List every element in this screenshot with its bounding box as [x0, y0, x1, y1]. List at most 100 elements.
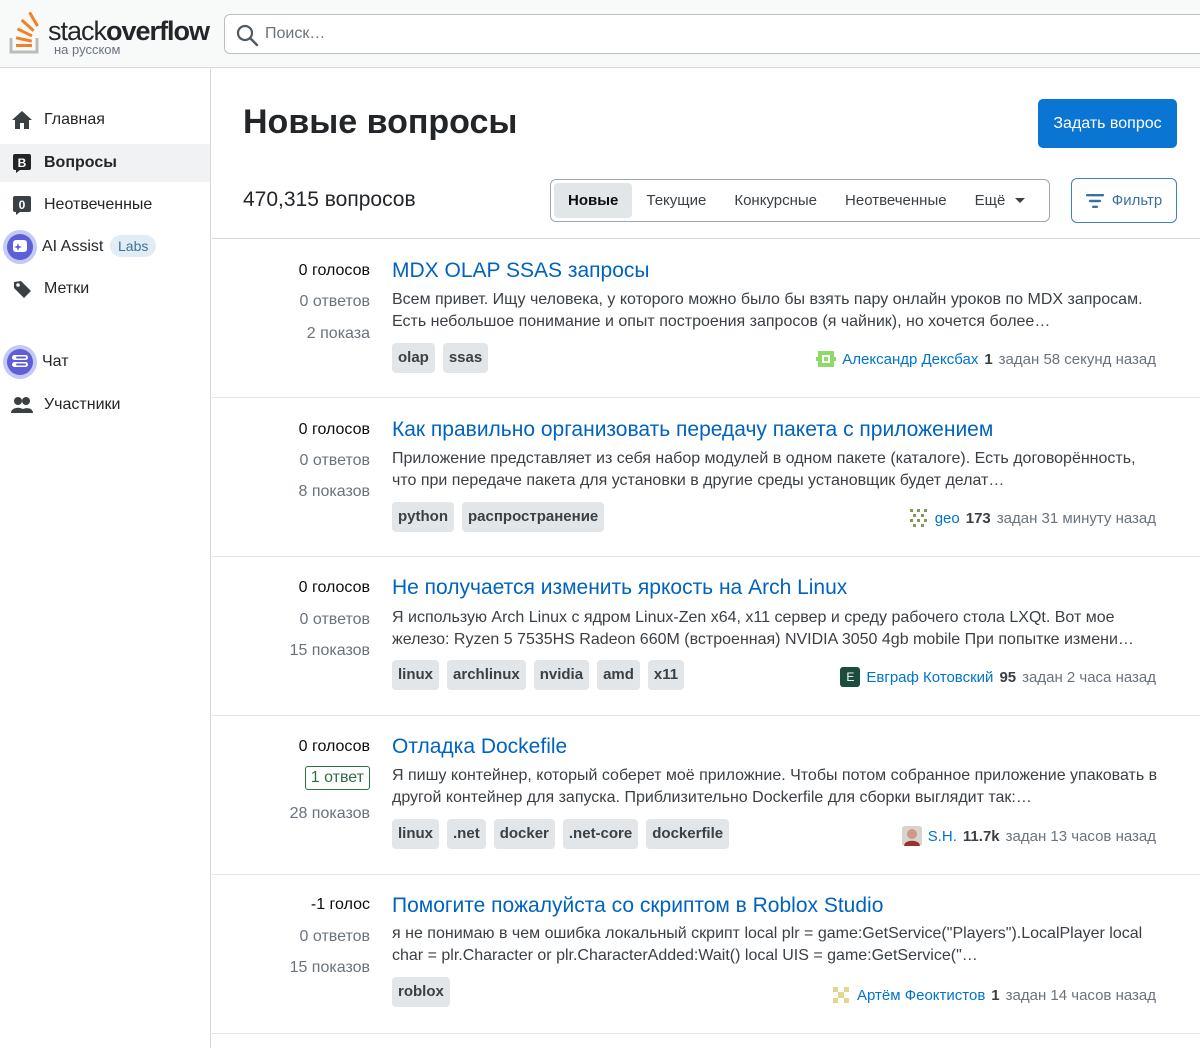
question-excerpt: Я пишу контейнер, который соберет моё пр… — [392, 767, 1158, 806]
user-avatar[interactable] — [831, 985, 851, 1005]
user-avatar[interactable] — [901, 826, 922, 846]
left-sidebar: Главная В Вопросы 0 Неотвеченные AI Assi… — [0, 69, 211, 1048]
answer-count: 0 ответов — [299, 452, 370, 469]
question-meta: geo 173 задан 31 минуту назад — [908, 508, 1156, 528]
site-logo[interactable]: stackoverflow на русском — [8, 8, 210, 60]
sidebar-item-tags[interactable]: Метки — [0, 270, 210, 308]
tab-label: Новые — [568, 192, 619, 209]
user-name-link[interactable]: S.H. — [928, 828, 957, 845]
view-count: 15 показов — [289, 642, 370, 659]
tag-item[interactable]: распространение — [462, 502, 605, 532]
tag-item[interactable]: roblox — [392, 977, 450, 1007]
ai-assist-icon — [3, 230, 37, 264]
home-icon — [10, 108, 34, 132]
question-title-link[interactable]: Не получается изменить яркость на Arch L… — [392, 576, 847, 600]
tag-item[interactable]: amd — [597, 660, 640, 690]
view-count: 8 показов — [298, 483, 370, 500]
question-time: задан 31 минуту назад — [996, 509, 1156, 527]
question-title-link[interactable]: Отладка Dockefile — [392, 735, 567, 759]
question-summary: 0 голосов 0 ответов 8 показов Как правил… — [212, 398, 1200, 557]
sidebar-item-home[interactable]: Главная — [0, 101, 210, 139]
user-avatar[interactable]: E — [840, 667, 861, 687]
sidebar-item-label: Участники — [44, 396, 121, 413]
user-reputation: 173 — [965, 509, 991, 527]
vote-count: 0 голосов — [298, 262, 370, 279]
tag-item[interactable]: linux — [392, 819, 440, 849]
sidebar-item-label: Вопросы — [44, 154, 117, 171]
tag-item[interactable]: dockerfile — [646, 819, 730, 849]
sidebar-item-label: Главная — [44, 111, 105, 128]
question-summary: 0 голосов 0 ответов 2 показа MDX OLAP SS… — [212, 239, 1200, 398]
sidebar-item-unanswered[interactable]: 0 Неотвеченные — [0, 186, 210, 224]
tab-more[interactable]: Ещё — [961, 183, 1040, 218]
tag-icon — [10, 277, 34, 301]
tag-item[interactable]: docker — [493, 819, 555, 849]
tag-list: olap ssas — [392, 343, 489, 373]
user-reputation: 1 — [984, 350, 993, 368]
question-time: задан 58 секунд назад — [998, 350, 1156, 368]
tag-item[interactable]: olap — [392, 343, 435, 373]
user-name-link[interactable]: Евграф Котовский — [866, 669, 993, 686]
tag-item[interactable]: nvidia — [533, 660, 590, 690]
search-icon — [236, 24, 259, 47]
view-count: 2 показа — [306, 325, 370, 342]
tag-item[interactable]: x11 — [647, 660, 685, 690]
sidebar-item-label: Метки — [44, 280, 90, 297]
answer-count: 0 ответов — [299, 928, 370, 945]
search-input[interactable] — [265, 21, 1165, 47]
view-count: 15 показов — [289, 959, 370, 976]
user-name-link[interactable]: geo — [935, 510, 960, 527]
labs-badge: Labs — [110, 235, 157, 257]
tab-label: Неотвеченные — [845, 192, 947, 209]
question-excerpt: Приложение представляет из себя набор мо… — [392, 450, 1136, 489]
tag-item[interactable]: .net — [447, 819, 486, 849]
filter-icon — [1085, 193, 1104, 208]
user-name-link[interactable]: Александр Дексбах — [842, 351, 978, 368]
question-title-link[interactable]: MDX OLAP SSAS запросы — [392, 259, 649, 283]
answer-count: 0 ответов — [299, 293, 370, 310]
sidebar-item-chat[interactable]: Чат — [0, 343, 210, 381]
logo-word-bold: overflow — [106, 16, 210, 46]
questions-icon: В — [10, 151, 34, 175]
user-name-link[interactable]: Артём Феоктистов — [857, 987, 985, 1004]
question-excerpt: я не понимаю в чем ошибка локальный скри… — [392, 925, 1143, 964]
user-reputation: 95 — [999, 668, 1017, 686]
sidebar-item-users[interactable]: Участники — [0, 386, 210, 424]
tab-unanswered[interactable]: Неотвеченные — [831, 183, 961, 218]
tag-list: linux .net docker .net-core dockerfile — [392, 819, 730, 849]
tag-item[interactable]: python — [392, 502, 454, 532]
question-title-link[interactable]: Помогите пожалуйста со скриптом в Roblox… — [392, 894, 883, 918]
tag-item[interactable]: .net-core — [562, 819, 639, 849]
view-count: 28 показов — [289, 805, 370, 822]
tag-item[interactable]: linux — [392, 660, 440, 690]
tag-item[interactable]: archlinux — [447, 660, 526, 690]
tab-label: Текущие — [646, 192, 707, 209]
sidebar-item-ai-assist[interactable]: AI Assist Labs — [0, 228, 210, 266]
tab-newest[interactable]: Новые — [554, 183, 633, 218]
user-avatar[interactable] — [816, 349, 837, 369]
tab-active[interactable]: Текущие — [632, 183, 720, 218]
tab-label: Ещё — [974, 192, 1006, 209]
sort-tabs: Новые Текущие Конкурсные Неотвеченные Ещ… — [550, 179, 1050, 222]
top-bar: stackoverflow на русском — [0, 0, 1200, 68]
search-box[interactable] — [224, 14, 1200, 54]
filter-button[interactable]: Фильтр — [1071, 178, 1177, 223]
answer-count: 0 ответов — [299, 611, 370, 628]
user-avatar[interactable] — [908, 508, 929, 528]
question-time: задан 14 часов назад — [1005, 986, 1156, 1004]
chat-icon — [3, 345, 37, 379]
unanswered-icon: 0 — [10, 193, 34, 217]
user-reputation: 11.7k — [962, 827, 1000, 845]
sidebar-item-questions[interactable]: В Вопросы — [0, 144, 210, 182]
tag-item[interactable]: ssas — [442, 343, 489, 373]
vote-count: 0 голосов — [298, 421, 370, 438]
users-icon — [10, 393, 34, 417]
question-excerpt: Я использую Arch Linux с ядром Linux-Zen… — [392, 609, 1134, 648]
chevron-down-icon — [1015, 198, 1026, 203]
ask-question-button[interactable]: Задать вопрос — [1038, 99, 1177, 148]
tab-bounties[interactable]: Конкурсные — [720, 183, 831, 218]
sidebar-item-label: AI Assist — [42, 238, 104, 255]
question-title-link[interactable]: Как правильно организовать передачу паке… — [392, 418, 993, 442]
stackoverflow-logo-icon — [9, 12, 39, 54]
question-time: задан 13 часов назад — [1005, 827, 1156, 845]
